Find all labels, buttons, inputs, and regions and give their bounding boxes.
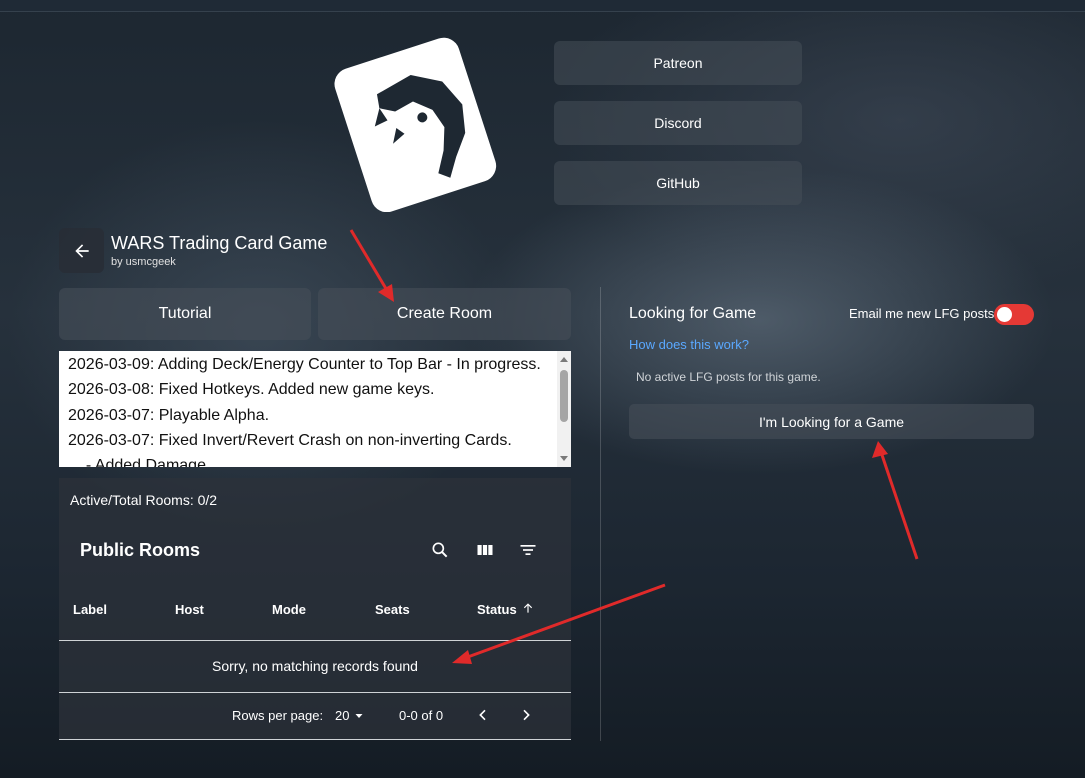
- changelog-line: - Added Damage: [77, 457, 206, 467]
- changelog-line: 2026-03-07: Fixed Invert/Revert Crash on…: [68, 432, 512, 449]
- patreon-label: Patreon: [653, 55, 703, 71]
- rows-per-page-select[interactable]: 20: [335, 708, 349, 723]
- column-divider: [600, 287, 601, 741]
- back-button[interactable]: [59, 228, 104, 273]
- table-divider: [59, 692, 571, 693]
- chevron-right-icon[interactable]: [516, 705, 536, 725]
- github-label: GitHub: [656, 175, 700, 191]
- dragon-card-logo: [334, 37, 497, 212]
- looking-for-game-label: I'm Looking for a Game: [758, 413, 905, 430]
- chevron-left-icon[interactable]: [473, 705, 493, 725]
- email-lfg-label: Email me new LFG posts: [849, 306, 995, 321]
- empty-table-message: Sorry, no matching records found: [212, 658, 418, 674]
- changelog-line: 2026-03-08: Fixed Hotkeys. Added new gam…: [68, 381, 435, 398]
- public-rooms-panel: Active/Total Rooms: 0/2 Public Rooms Lab…: [59, 478, 571, 740]
- changelog-line: 2026-03-09: Adding Deck/Energy Counter t…: [68, 356, 541, 373]
- view-column-icon[interactable]: [474, 539, 496, 561]
- rows-per-page-value: 20: [335, 708, 350, 723]
- column-header-label[interactable]: Label: [73, 602, 107, 617]
- changelog-scrollbar[interactable]: [557, 351, 571, 467]
- scroll-down-arrow-icon[interactable]: [560, 456, 568, 461]
- game-author: by usmcgeek: [111, 256, 176, 268]
- pagination-range: 0-0 of 0: [399, 708, 444, 723]
- tutorial-button[interactable]: Tutorial: [59, 288, 311, 340]
- no-lfg-message: No active LFG posts for this game.: [636, 370, 821, 384]
- column-header-seats[interactable]: Seats: [375, 602, 410, 617]
- rows-per-page-label: Rows per page:: [232, 708, 324, 723]
- table-bottom-border: [59, 739, 571, 740]
- game-title: WARS Trading Card Game: [111, 233, 328, 253]
- column-header-host[interactable]: Host: [175, 602, 204, 617]
- active-rooms-count: Active/Total Rooms: 0/2: [70, 492, 218, 508]
- create-room-button[interactable]: Create Room: [318, 288, 571, 340]
- caret-down-icon[interactable]: [353, 710, 365, 722]
- toggle-knob: [997, 307, 1012, 322]
- public-rooms-title: Public Rooms: [80, 540, 201, 560]
- create-room-label: Create Room: [396, 305, 493, 322]
- changelog-line: 2026-03-07: Playable Alpha.: [68, 407, 270, 424]
- lfg-title: Looking for Game: [629, 305, 757, 322]
- email-lfg-toggle[interactable]: [994, 304, 1034, 325]
- arrow-up-icon[interactable]: [521, 601, 535, 615]
- discord-button[interactable]: Discord: [554, 101, 802, 145]
- lfg-help-link[interactable]: How does this work?: [629, 337, 749, 352]
- column-header-mode[interactable]: Mode: [272, 602, 306, 617]
- table-divider: [59, 640, 571, 641]
- scroll-up-arrow-icon[interactable]: [560, 357, 568, 362]
- github-button[interactable]: GitHub: [554, 161, 802, 205]
- changelog-box[interactable]: 2026-03-09: Adding Deck/Energy Counter t…: [59, 351, 571, 467]
- filter-icon[interactable]: [517, 539, 539, 561]
- scroll-thumb[interactable]: [560, 370, 568, 422]
- arrow-left-icon: [74, 243, 89, 258]
- discord-label: Discord: [654, 115, 702, 131]
- column-header-status[interactable]: Status: [477, 602, 517, 617]
- search-icon[interactable]: [429, 539, 451, 561]
- looking-for-game-button[interactable]: I'm Looking for a Game: [629, 404, 1034, 439]
- patreon-button[interactable]: Patreon: [554, 41, 802, 85]
- window-top-bar: [0, 0, 1085, 12]
- tutorial-label: Tutorial: [158, 305, 212, 322]
